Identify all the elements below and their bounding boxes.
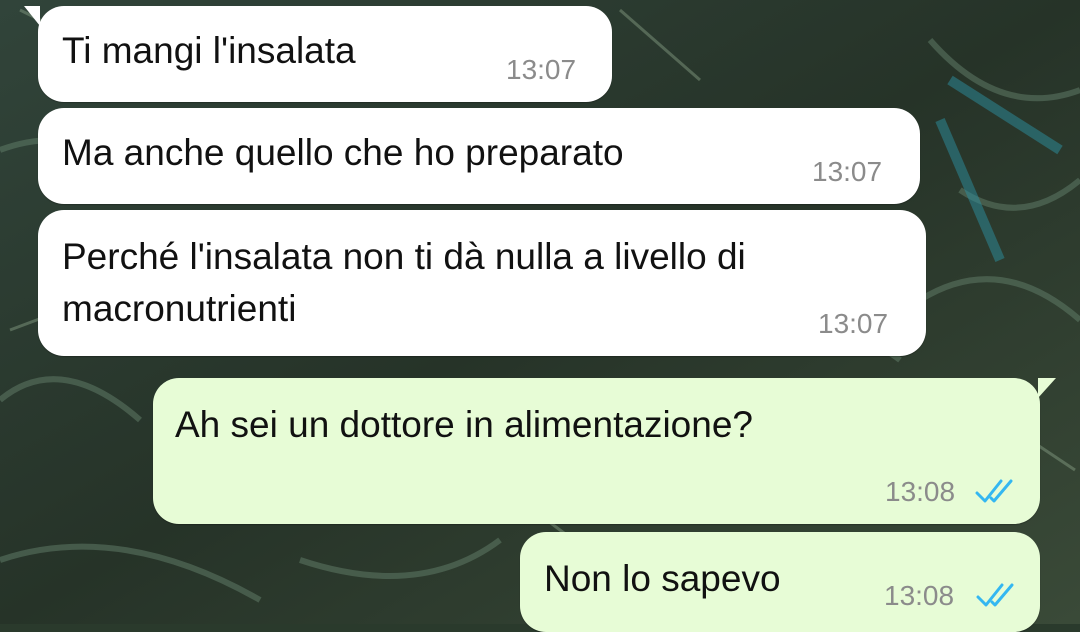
message-bubble-incoming[interactable]: Ti mangi l'insalata 13:07 xyxy=(24,6,612,102)
message-timestamp: 13:08 xyxy=(885,476,956,507)
message-text-line-1: Perché l'insalata non ti dà nulla a live… xyxy=(62,236,746,277)
bubble-tail xyxy=(24,6,40,26)
message-bubble-outgoing[interactable]: Non lo sapevo 13:08 xyxy=(520,532,1040,632)
message-timestamp: 13:08 xyxy=(884,580,955,611)
message-text: Non lo sapevo xyxy=(544,558,781,599)
bubble-tail xyxy=(1038,378,1056,398)
message-timestamp: 13:07 xyxy=(812,156,883,187)
message-bubble-incoming[interactable]: Ma anche quello che ho preparato 13:07 xyxy=(38,108,920,204)
message-bubble-incoming[interactable]: Perché l'insalata non ti dà nulla a live… xyxy=(38,210,926,356)
message-text: Ti mangi l'insalata xyxy=(62,30,356,71)
message-bubble-outgoing[interactable]: Ah sei un dottore in alimentazione? 13:0… xyxy=(153,378,1056,524)
double-check-icon xyxy=(976,583,1014,607)
double-check-icon xyxy=(975,479,1013,503)
message-text-line-2: macronutrienti xyxy=(62,288,297,329)
message-timestamp: 13:07 xyxy=(506,54,577,85)
message-text: Ma anche quello che ho preparato xyxy=(62,132,624,173)
message-timestamp: 13:07 xyxy=(818,308,889,339)
message-text: Ah sei un dottore in alimentazione? xyxy=(175,404,753,445)
